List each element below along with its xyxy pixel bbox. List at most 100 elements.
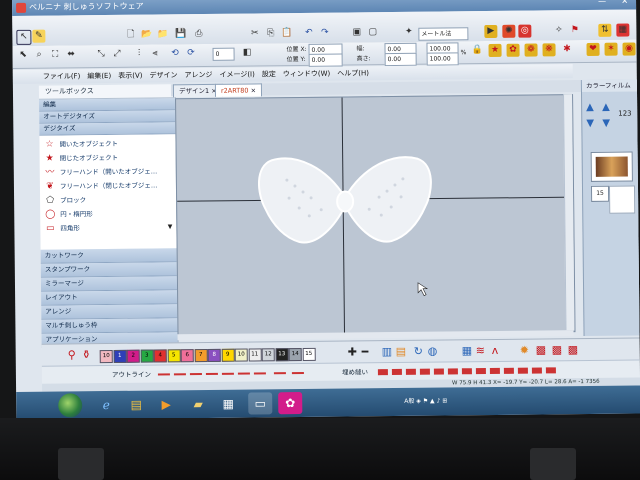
refresh-icon[interactable]: ↻ [414,345,423,359]
swirl-icon[interactable]: ◎ [518,24,532,38]
color-swatch[interactable]: 3 [140,349,154,363]
section-multi-hoop[interactable]: マルチ刺しゅう枠 [41,318,178,334]
digitize-item-freehand-closed[interactable]: ❦ フリーハンド（閉じたオブジェ… [40,178,176,193]
mirror-icon[interactable]: ◧ [241,46,254,59]
move-down2-icon[interactable]: ▼ [602,118,610,129]
outline-style-6[interactable] [237,372,250,375]
color-swatch[interactable]: 15 [302,347,316,361]
digitize-item-rectangle[interactable]: ▭ 四角形 ▼ [40,220,176,235]
outline-style-2[interactable] [173,373,186,376]
fill-style-10[interactable] [503,367,514,374]
minimize-button[interactable]: — [598,0,606,10]
paint-bucket-icon[interactable]: ⚱ [82,348,91,362]
flower-effect-icon[interactable]: ✿ [506,43,520,57]
lock-icon[interactable]: 🔒 [470,44,483,57]
menu-arrange[interactable]: アレンジ [184,71,212,79]
fill-style-13[interactable] [545,367,556,374]
stitch-player-icon[interactable]: ▶ [484,24,498,39]
color-swatch[interactable]: 11 [248,348,262,362]
system-tray[interactable]: A般 ◈ ⚑ ▲ ♪ ⊞ [404,396,447,406]
color-film-blank[interactable] [608,185,636,214]
star-effect-icon[interactable]: ★ [488,43,502,58]
color-swatch[interactable]: 9 [221,348,235,362]
align2-icon[interactable]: ⫷ [149,47,162,60]
outline-style-8[interactable] [273,372,286,375]
star2-effect-icon[interactable]: ✶ [604,42,618,56]
menu-view[interactable]: 表示(V) [118,72,142,80]
outline-style-1[interactable] [157,373,170,376]
color-swatch[interactable]: 13 [275,348,289,362]
color-swatch[interactable]: 5 [167,349,181,363]
color-swatch[interactable]: 14 [288,347,302,362]
color-wheel-icon[interactable]: ✺ [502,24,516,38]
fill-style-11[interactable] [517,367,528,374]
copy-icon[interactable]: ⎘ [264,27,277,40]
outline-style-3[interactable] [189,373,202,376]
sequence-icon[interactable]: 123 [618,110,631,118]
a-stitch-icon[interactable]: ʌ [492,344,499,358]
color-swatch[interactable]: 10 [99,349,113,364]
circle-effect-icon[interactable]: ◉ [622,42,636,56]
magic-wand-icon[interactable]: ✧ [552,24,565,37]
explorer-icon[interactable]: ▤ [124,394,148,416]
menu-edit[interactable]: 編集(E) [87,72,111,80]
color-swatch[interactable]: 8 [207,348,221,362]
section-layout[interactable]: レイアウト [41,290,178,306]
fill-style-9[interactable] [489,367,500,375]
fill-pattern3-icon[interactable]: ▩ [568,343,579,357]
close-tab-icon[interactable]: × [251,86,257,94]
thread-chart2-icon[interactable]: ▤ [396,345,407,359]
section-mirror-merge[interactable]: ミラーマージ [40,276,178,292]
window-icon[interactable]: ▭ [248,392,273,415]
menu-window[interactable]: ウィンドウ(W) [283,70,330,78]
outline-style-5[interactable] [221,372,234,375]
menu-file[interactable]: ファイル(F) [43,72,81,80]
align-icon[interactable]: ⫶ [133,48,146,61]
remove-color-icon[interactable]: ━ [362,345,369,359]
close-button[interactable]: ✕ [621,0,628,10]
undo-icon[interactable]: ↶ [302,27,315,40]
pos-y-field[interactable]: 0.00 [308,53,343,67]
section-cutwork[interactable]: カットワーク [40,248,177,264]
group-icon[interactable]: ▣ [350,26,363,39]
globe-icon[interactable]: ◍ [428,345,438,359]
menu-settings[interactable]: 設定 [262,70,276,78]
menu-help[interactable]: ヘルプ(H) [337,69,369,77]
stitch-type-icon[interactable]: ▦ [462,344,473,358]
fill-pattern-icon[interactable]: ▩ [536,343,547,357]
resize2-icon[interactable]: ⤢ [111,48,124,61]
fill-style-1[interactable] [377,369,388,376]
move-up2-icon[interactable]: ▲ [602,102,610,113]
color-film-number[interactable]: 15 [590,185,610,202]
tools-icon[interactable]: ✦ [402,26,415,39]
pattern-effect-icon[interactable]: ❋ [542,43,556,57]
scroll-down-icon[interactable]: ▼ [168,220,173,234]
fit-icon[interactable]: ⛶ [49,48,62,61]
add-color-icon[interactable]: ✚ [348,345,357,359]
design-canvas[interactable] [175,94,576,337]
open-folder-icon[interactable]: 📂 [140,29,153,42]
pipette-icon[interactable]: ⚲ [68,348,76,362]
fill-style-7[interactable] [461,368,472,375]
fill-style-2[interactable] [391,368,402,376]
select-tool-icon[interactable]: ↖ [16,29,32,45]
open-folder2-icon[interactable]: 📁 [156,28,169,41]
digitize-item-freehand-open[interactable]: 〰フリーハンド（開いたオブジェ… [40,164,176,179]
color-swatch[interactable]: 10 [234,348,248,362]
color-swatch[interactable]: 1 [113,349,127,363]
arrows-icon[interactable]: ⇅ [598,23,612,37]
digitize-item-open-object[interactable]: ☆ 開いたオブジェクト [39,136,175,151]
scale-height-field[interactable]: 100.00 [426,52,459,66]
ie-icon[interactable]: ℯ [94,394,118,416]
fill-style-12[interactable] [531,367,542,374]
new-file-icon[interactable]: 🗋 [124,29,137,42]
fill-style-5[interactable] [433,368,444,375]
save-icon[interactable]: 💾 [174,28,187,41]
fill-style-4[interactable] [419,368,430,375]
digitize-item-closed-object[interactable]: ★ 閉じたオブジェクト [40,150,176,165]
document-icon[interactable]: ▦ [216,393,240,415]
point-select-icon[interactable]: ⬉ [17,49,30,62]
frame-icon[interactable]: ▦ [616,23,630,37]
height-field[interactable]: 0.00 [384,52,417,67]
color-swatch[interactable]: 12 [261,348,275,362]
